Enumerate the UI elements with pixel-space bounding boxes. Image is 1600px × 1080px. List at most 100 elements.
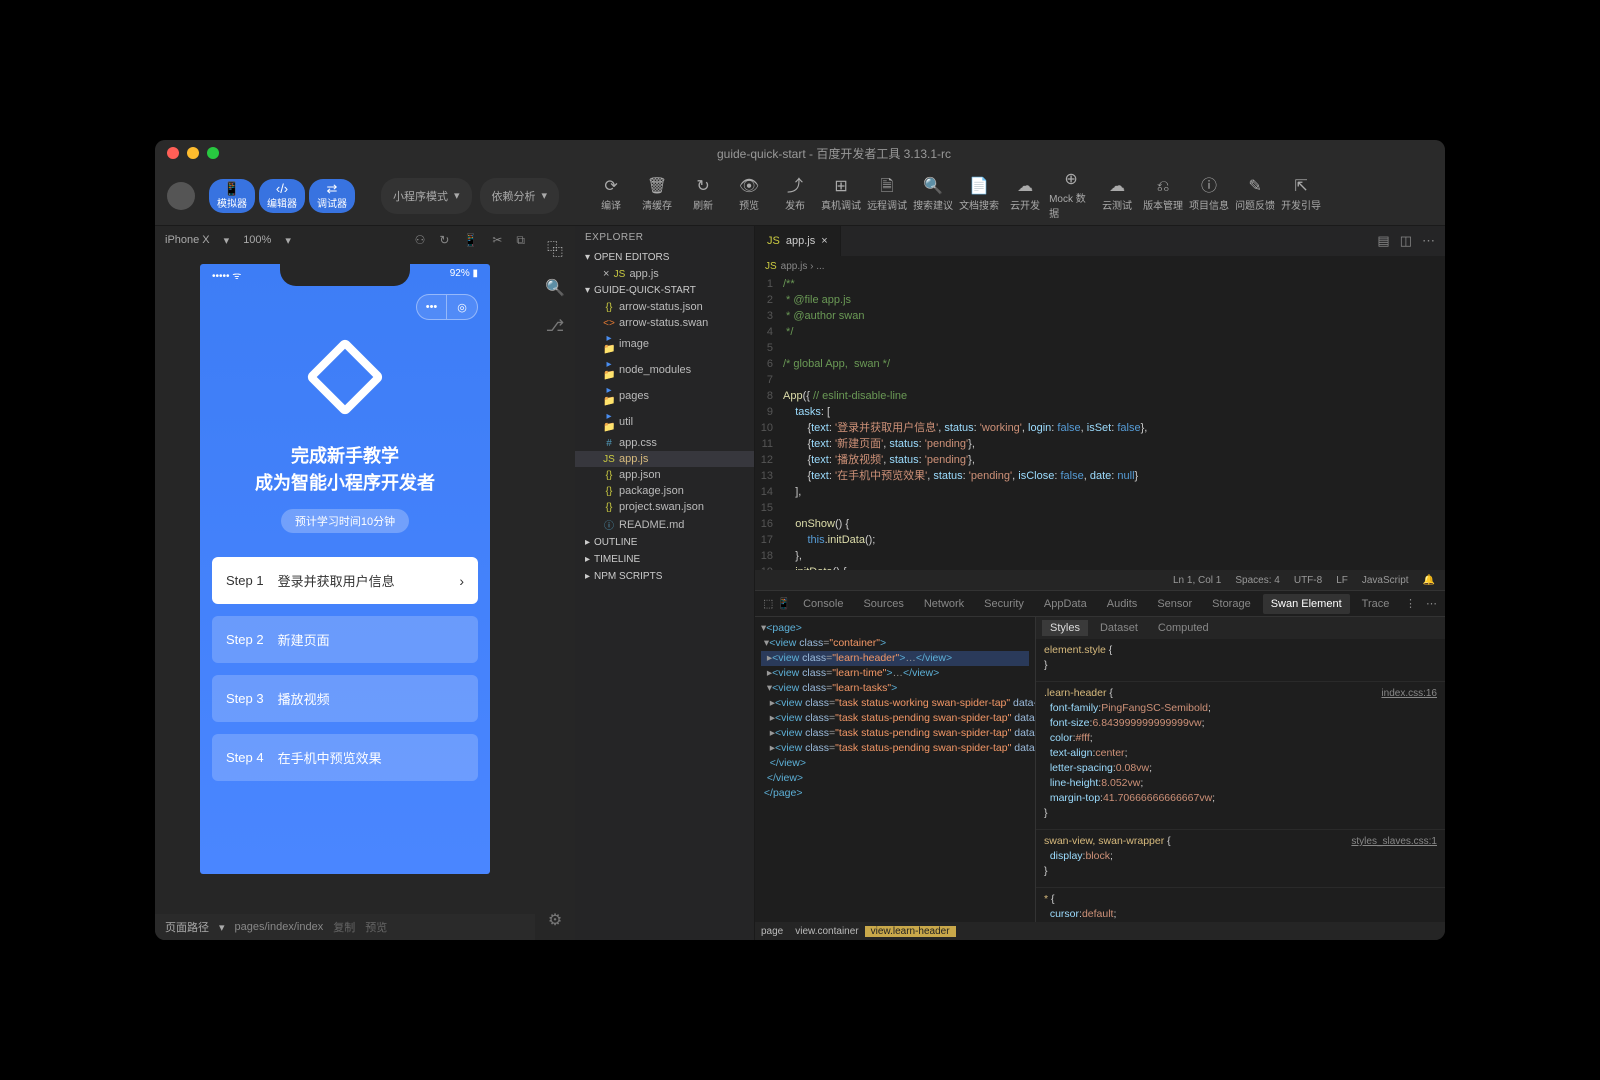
avatar[interactable]: [167, 182, 195, 210]
fullscreen-icon[interactable]: [207, 147, 219, 159]
crumb-view.container[interactable]: view.container: [789, 926, 864, 937]
file-node_modules[interactable]: ▸ 📁 node_modules: [575, 357, 754, 383]
toolbar: 📱模拟器‹/›编辑器⇄调试器 小程序模式▾依赖分析▾ ⟳编译🗑清缓存↻刷新👁预览…: [155, 166, 1445, 226]
styles-panel[interactable]: StylesDatasetComputed element.style {} i…: [1035, 617, 1445, 922]
device-screen[interactable]: ••••• ᯤ16:5792% ▮ •••◎ 完成新手教学成为智能小程序开发者 …: [200, 264, 490, 874]
close-icon[interactable]: [167, 147, 179, 159]
devtools-tab-AppData[interactable]: AppData: [1036, 594, 1095, 614]
devtools-tab-Audits[interactable]: Audits: [1099, 594, 1146, 614]
toolbar-刷新[interactable]: ↻刷新: [681, 173, 725, 219]
step-Step 4[interactable]: Step 4在手机中预览效果: [212, 734, 478, 781]
style-tab-Dataset[interactable]: Dataset: [1092, 620, 1146, 636]
device-icon[interactable]: 📱: [463, 233, 478, 247]
zoom-select[interactable]: 100%: [243, 234, 271, 246]
outline-section[interactable]: ▸ OUTLINE: [575, 534, 754, 551]
crumb-page[interactable]: page: [755, 926, 789, 937]
eol[interactable]: LF: [1336, 575, 1348, 586]
titlebar: guide-quick-start - 百度开发者工具 3.13.1-rc: [155, 140, 1445, 166]
editor-tab[interactable]: JS app.js ×: [755, 226, 841, 256]
devtools-tab-Storage[interactable]: Storage: [1204, 594, 1259, 614]
file-arrow-status.json[interactable]: {} arrow-status.json: [575, 299, 754, 315]
devtools-tab-Sources[interactable]: Sources: [855, 594, 911, 614]
breadcrumb[interactable]: app.js › ...: [781, 261, 825, 272]
copy-button[interactable]: 复制: [333, 919, 355, 935]
toolbar-远程调试[interactable]: 🗎远程调试: [865, 173, 909, 219]
file-image[interactable]: ▸ 📁 image: [575, 331, 754, 357]
bell-icon[interactable]: 🔔: [1423, 575, 1435, 586]
cut-icon[interactable]: ✂: [492, 233, 502, 247]
code-editor[interactable]: 1/**2 * @file app.js3 * @author swan4 */…: [755, 276, 1445, 570]
step-Step 2[interactable]: Step 2新建页面: [212, 616, 478, 663]
toolbar-预览[interactable]: 👁预览: [727, 173, 771, 219]
layout-icon[interactable]: ◫: [1400, 233, 1412, 249]
file-app.json[interactable]: {} app.json: [575, 467, 754, 483]
device-select[interactable]: iPhone X: [165, 234, 210, 246]
toolbar-Mock 数据[interactable]: ⊕Mock 数据: [1049, 173, 1093, 219]
language[interactable]: JavaScript: [1362, 575, 1409, 586]
devtools-tab-Security[interactable]: Security: [976, 594, 1032, 614]
toolbar-项目信息[interactable]: ⓘ项目信息: [1187, 173, 1231, 219]
mode-pill-编辑器[interactable]: ‹/›编辑器: [259, 179, 305, 213]
split-icon[interactable]: ▤: [1377, 233, 1389, 249]
detach-icon[interactable]: ⧉: [516, 233, 525, 248]
file-pages[interactable]: ▸ 📁 pages: [575, 383, 754, 409]
indent[interactable]: Spaces: 4: [1235, 575, 1279, 586]
file-app.js[interactable]: JS app.js: [575, 451, 754, 467]
close-tab-icon[interactable]: ×: [821, 235, 827, 247]
file-package.json[interactable]: {} package.json: [575, 483, 754, 499]
encoding[interactable]: UTF-8: [1294, 575, 1322, 586]
user-icon[interactable]: ⚇: [415, 233, 426, 247]
select-依赖分析[interactable]: 依赖分析▾: [480, 178, 560, 214]
files-icon[interactable]: ⿻: [547, 236, 563, 260]
open-editors-section[interactable]: ▾ OPEN EDITORS: [575, 249, 754, 266]
elements-tree[interactable]: ▾<page> ▾<view class="container"> ▸<view…: [755, 617, 1035, 922]
toolbar-清缓存[interactable]: 🗑清缓存: [635, 173, 679, 219]
scm-icon[interactable]: ⎇: [546, 316, 564, 336]
devtools-tab-Swan-Element[interactable]: Swan Element: [1263, 594, 1350, 614]
explorer-title: EXPLORER: [575, 226, 754, 249]
style-tab-Computed[interactable]: Computed: [1150, 620, 1217, 636]
devtools-tab-Trace[interactable]: Trace: [1354, 594, 1398, 614]
toolbar-编译[interactable]: ⟳编译: [589, 173, 633, 219]
capsule-close-icon: ◎: [447, 295, 477, 319]
device-toggle-icon[interactable]: 📱: [777, 597, 791, 610]
crumb-view.learn-header[interactable]: view.learn-header: [865, 926, 956, 937]
file-app.css[interactable]: # app.css: [575, 435, 754, 451]
devtools-tab-Sensor[interactable]: Sensor: [1149, 594, 1200, 614]
inspect-icon[interactable]: ⬚: [763, 597, 773, 610]
capsule-more-icon: •••: [417, 295, 447, 319]
file-project.swan.json[interactable]: {} project.swan.json: [575, 499, 754, 515]
preview-button[interactable]: 预览: [365, 919, 387, 935]
open-editor-item[interactable]: × JS app.js: [575, 266, 754, 282]
timeline-section[interactable]: ▸ TIMELINE: [575, 551, 754, 568]
toolbar-版本管理[interactable]: ⎌版本管理: [1141, 173, 1185, 219]
minimize-icon[interactable]: [187, 147, 199, 159]
toolbar-发布[interactable]: ⤴发布: [773, 173, 817, 219]
step-Step 3[interactable]: Step 3播放视频: [212, 675, 478, 722]
toolbar-问题反馈[interactable]: ✎问题反馈: [1233, 173, 1277, 219]
settings-icon[interactable]: ⚙: [548, 910, 562, 930]
more-icon[interactable]: ⋯: [1422, 233, 1435, 249]
style-tab-Styles[interactable]: Styles: [1042, 620, 1088, 636]
toolbar-文档搜索[interactable]: 📄文档搜索: [957, 173, 1001, 219]
toolbar-云开发[interactable]: ☁云开发: [1003, 173, 1047, 219]
toolbar-云测试[interactable]: ☁云测试: [1095, 173, 1139, 219]
capsule-menu[interactable]: •••◎: [416, 294, 478, 320]
rotate-icon[interactable]: ↻: [439, 233, 449, 247]
toolbar-搜索建议[interactable]: 🔍搜索建议: [911, 173, 955, 219]
search-icon[interactable]: 🔍: [545, 278, 565, 298]
npm-section[interactable]: ▸ NPM SCRIPTS: [575, 568, 754, 585]
mode-pill-调试器[interactable]: ⇄调试器: [309, 179, 355, 213]
select-小程序模式[interactable]: 小程序模式▾: [381, 178, 472, 214]
step-Step 1[interactable]: Step 1登录并获取用户信息›: [212, 557, 478, 604]
file-util[interactable]: ▸ 📁 util: [575, 409, 754, 435]
file-arrow-status.swan[interactable]: <> arrow-status.swan: [575, 315, 754, 331]
cursor-pos[interactable]: Ln 1, Col 1: [1173, 575, 1221, 586]
project-section[interactable]: ▾ GUIDE-QUICK-START: [575, 282, 754, 299]
devtools-tab-Network[interactable]: Network: [916, 594, 972, 614]
devtools-tab-Console[interactable]: Console: [795, 594, 851, 614]
file-README.md[interactable]: ⓘ README.md: [575, 515, 754, 534]
toolbar-开发引导[interactable]: ⇱开发引导: [1279, 173, 1323, 219]
mode-pill-模拟器[interactable]: 📱模拟器: [209, 179, 255, 213]
toolbar-真机调试[interactable]: ⊞真机调试: [819, 173, 863, 219]
